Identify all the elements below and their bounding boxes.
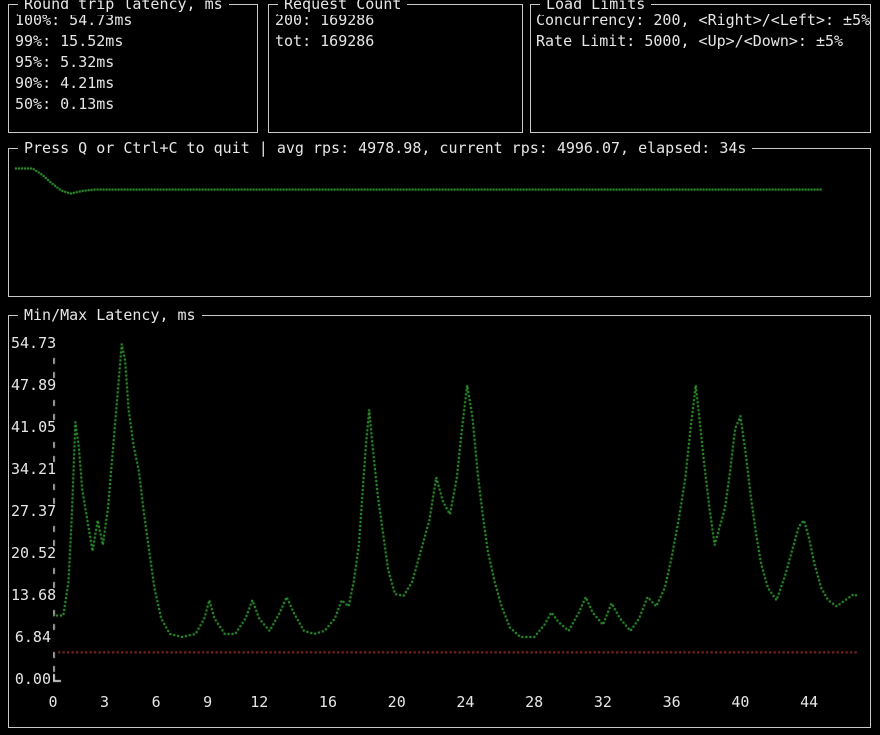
- minmax-latency-chart-canvas: [53, 330, 869, 686]
- rps-chart-canvas: [12, 158, 868, 294]
- latency-summary-body: 100%: 54.73ms 99%: 15.52ms 95%: 5.32ms 9…: [9, 5, 257, 115]
- y-axis-label: 20.52: [11, 544, 57, 562]
- y-axis-label: 41.05: [11, 418, 57, 436]
- x-axis-label: 0: [48, 693, 58, 711]
- x-axis-label: 40: [731, 693, 750, 711]
- x-axis-label: 6: [151, 693, 161, 711]
- panel-latency-summary: Round trip latency, ms 100%: 54.73ms 99%…: [8, 0, 258, 133]
- latency-p99: 99%: 15.52ms: [15, 32, 124, 50]
- x-axis-label: 32: [593, 693, 612, 711]
- x-axis-label: 3: [100, 693, 110, 711]
- y-axis-label: 6.84: [14, 628, 51, 646]
- panel-load-limits-title: Load Limits: [540, 0, 652, 15]
- y-axis-label: 27.37: [11, 502, 57, 520]
- y-axis-label: 54.73: [11, 334, 57, 352]
- latency-p90: 90%: 4.21ms: [15, 74, 115, 92]
- x-axis-label: 24: [456, 693, 475, 711]
- panel-request-count-title: Request Count: [278, 0, 408, 15]
- x-axis-label: 20: [387, 693, 406, 711]
- y-axis-label: 34.21: [11, 460, 57, 478]
- latency-p95: 95%: 5.32ms: [15, 53, 115, 71]
- count-total: tot: 169286: [275, 32, 375, 50]
- limit-rate: Rate Limit: 5000, <Up>/<Down>: ±5%: [536, 32, 844, 50]
- y-axis-label: 13.68: [11, 586, 57, 604]
- panel-latency-summary-title: Round trip latency, ms: [18, 0, 229, 15]
- latency-p50: 50%: 0.13ms: [15, 95, 115, 113]
- x-axis-label: 44: [800, 693, 819, 711]
- x-axis-label: 9: [203, 693, 213, 711]
- x-axis-label: 36: [662, 693, 681, 711]
- x-axis-label: 28: [525, 693, 544, 711]
- panel-minmax-latency-title: Min/Max Latency, ms: [18, 305, 202, 326]
- panel-rps: Press Q or Ctrl+C to quit | avg rps: 497…: [8, 138, 871, 297]
- x-axis-label: 16: [318, 693, 337, 711]
- x-axis-label: 12: [250, 693, 269, 711]
- y-axis-label: 0.00: [14, 670, 51, 688]
- panel-minmax-latency: Min/Max Latency, ms 54.73 47.89 41.05 34.21…: [8, 305, 871, 728]
- panel-load-limits: Load Limits Concurrency: 200, <Right>/<L…: [530, 0, 871, 133]
- panel-rps-title: Press Q or Ctrl+C to quit | avg rps: 497…: [18, 138, 753, 159]
- panel-request-count: Request Count 200: 169286 tot: 169286: [268, 0, 523, 133]
- y-axis-label: 47.89: [11, 376, 57, 394]
- terminal-screen: Round trip latency, ms 100%: 54.73ms 99%…: [0, 0, 880, 735]
